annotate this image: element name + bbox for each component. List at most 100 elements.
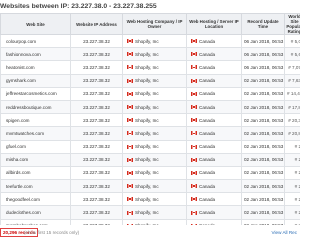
hosting-company: Shopify, Inc <box>122 165 187 181</box>
server-location-label: Canada <box>199 130 216 136</box>
canada-flag-icon <box>127 170 133 175</box>
hosting-company-label: Shopify, Inc <box>135 196 159 202</box>
page-title: Websites between IP: 23.227.38.0 - 23.22… <box>0 3 157 10</box>
server-location-label: Canada <box>199 78 216 84</box>
site-link[interactable]: jeffreestarcosmetics.com <box>0 86 71 101</box>
site-link[interactable]: misha.com <box>0 152 71 167</box>
site-link[interactable]: mvmtwatches.com <box>0 126 71 141</box>
ip-address: 23.227.38.32 <box>70 218 123 225</box>
site-link[interactable]: reddressboutique.com <box>0 99 71 115</box>
update-time: 02 Jan 2018, 06:53 <box>241 86 285 101</box>
server-location: Canada <box>186 152 242 167</box>
hosting-company-label: Shopify, Inc <box>135 170 159 176</box>
canada-flag-icon <box>191 157 197 162</box>
table-row: heatonist.com 23.227.38.32 Shopify, Inc Can… <box>0 60 300 75</box>
hosting-company: Shopify, Inc <box>122 113 187 128</box>
site-link[interactable]: thegoodfeel.com <box>0 192 71 207</box>
server-location-label: Canada <box>199 183 216 189</box>
ip-address: 23.227.38.32 <box>70 86 123 101</box>
site-link[interactable]: heatonist.com <box>0 60 71 75</box>
site-link[interactable]: colourpop.com <box>0 33 71 49</box>
popularity-rank: # 2 <box>284 152 300 167</box>
hosting-company: Shopify, Inc <box>122 60 187 75</box>
records-note: (show first 15 records only) <box>24 229 80 235</box>
site-link[interactable]: dudeclothes.com <box>0 205 71 220</box>
update-time: 02 Jan 2018, 06:53 <box>241 205 285 220</box>
server-location: Canada <box>186 47 242 62</box>
view-all-records-link[interactable]: View All Rec <box>272 230 297 235</box>
ip-address: 23.227.38.32 <box>70 205 123 220</box>
column-header-update-time: Record Update Time <box>241 13 285 35</box>
ip-address: 23.227.38.32 <box>70 152 123 167</box>
table-row: allbirds.com 23.227.38.32 Shopify, Inc Cana… <box>0 165 300 181</box>
server-location-label: Canada <box>199 144 216 150</box>
canada-flag-icon <box>127 157 133 162</box>
canada-flag-icon <box>191 91 197 96</box>
table-row: fashionnova.com 23.227.38.32 Shopify, Inc C… <box>0 47 300 62</box>
canada-flag-icon <box>191 197 197 202</box>
hosting-company: Shopify, Inc <box>122 47 187 62</box>
table-body: colourpop.com 23.227.38.32 Shopify, Inc Can… <box>0 33 300 225</box>
canada-flag-icon <box>191 52 197 57</box>
server-location-label: Canada <box>199 91 216 97</box>
table-header-row: Web Site Website IP Address Web Hosting … <box>0 13 300 35</box>
hosting-company-label: Shopify, Inc <box>135 64 159 70</box>
site-link[interactable]: gymshark.com <box>0 73 71 88</box>
server-location: Canada <box>186 126 242 141</box>
hosting-company-label: Shopify, Inc <box>135 38 159 44</box>
update-time: 02 Jan 2018, 06:53 <box>241 218 285 225</box>
canada-flag-icon <box>191 118 197 123</box>
hosting-company: Shopify, Inc <box>122 192 187 207</box>
column-header-site: Web Site <box>0 13 71 35</box>
ip-address: 23.227.38.32 <box>70 139 123 154</box>
server-location: Canada <box>186 205 242 220</box>
canada-flag-icon <box>191 210 197 215</box>
canada-flag-icon <box>127 223 133 225</box>
hosting-company: Shopify, Inc <box>122 86 187 101</box>
ip-address: 23.227.38.32 <box>70 165 123 181</box>
popularity-rank: # 14,42 <box>284 86 300 101</box>
site-link[interactable]: teefurtle.com <box>0 179 71 194</box>
site-link[interactable]: spigen.com <box>0 113 71 128</box>
server-location-label: Canada <box>199 64 216 70</box>
ip-address: 23.227.38.32 <box>70 33 123 49</box>
update-time: 02 Jan 2018, 06:53 <box>241 192 285 207</box>
update-time: 02 Jan 2018, 06:53 <box>241 73 285 88</box>
popularity-rank: # 7,63 <box>284 73 300 88</box>
canada-flag-icon <box>191 170 197 175</box>
hosting-company: Shopify, Inc <box>122 218 187 225</box>
site-link[interactable]: allbirds.com <box>0 165 71 181</box>
table-row: morphebrushes.com23.227.38.32 Shopify, In… <box>0 218 300 225</box>
canada-flag-icon <box>191 105 197 110</box>
hosting-company-label: Shopify, Inc <box>135 91 159 97</box>
site-link[interactable]: gfuel.com <box>0 139 71 154</box>
hosting-company: Shopify, Inc <box>122 73 187 88</box>
table-row: gfuel.com 23.227.38.32 Shopify, Inc Canada 0… <box>0 139 300 154</box>
site-link[interactable]: fashionnova.com <box>0 47 71 62</box>
popularity-rank: # 2 <box>284 165 300 181</box>
update-time: 02 Jan 2018, 06:53 <box>241 139 285 154</box>
table-row: spigen.com 23.227.38.32 Shopify, Inc Canada… <box>0 113 300 128</box>
server-location-label: Canada <box>199 51 216 57</box>
canada-flag-icon <box>191 39 197 44</box>
popularity-rank: # 2 <box>284 192 300 207</box>
canada-flag-icon <box>127 144 133 149</box>
hosting-company: Shopify, Inc <box>122 139 187 154</box>
server-location: Canada <box>186 60 242 75</box>
table-row: jeffreestarcosmetics.com 23.227.38.32 Shop… <box>0 86 300 101</box>
update-time: 02 Jan 2018, 06:53 <box>241 152 285 167</box>
server-location: Canada <box>186 99 242 115</box>
canada-flag-icon <box>127 197 133 202</box>
hosting-company-label: Shopify, Inc <box>135 104 159 110</box>
ip-address: 23.227.38.32 <box>70 126 123 141</box>
canada-flag-icon <box>127 39 133 44</box>
update-time: 02 Jan 2018, 06:53 <box>241 165 285 181</box>
popularity-rank: # 5,0 <box>284 33 300 49</box>
ip-address: 23.227.38.32 <box>70 73 123 88</box>
server-location: Canada <box>186 33 242 49</box>
canada-flag-icon <box>127 65 133 70</box>
server-location: Canada <box>186 86 242 101</box>
popularity-rank: # 3 <box>284 218 300 225</box>
site-link[interactable]: morphebrushes.com <box>0 218 71 225</box>
ip-address: 23.227.38.32 <box>70 99 123 115</box>
